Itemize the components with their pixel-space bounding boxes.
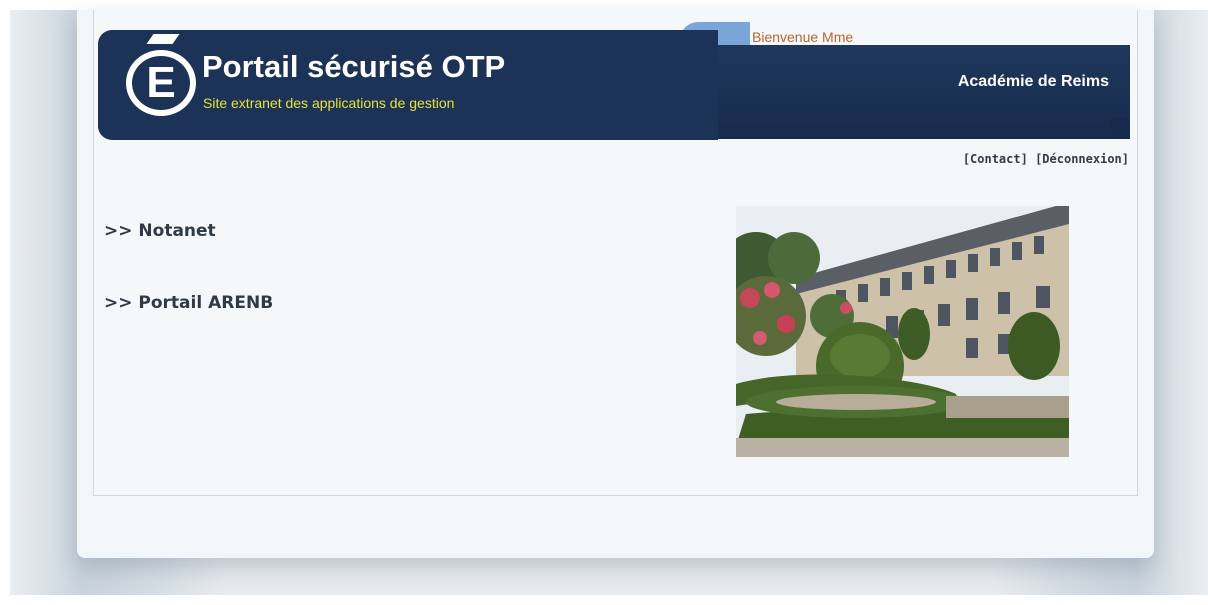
logout-link[interactable]: [Déconnexion]	[1035, 152, 1129, 166]
nav-link-portail-arenb[interactable]: >> Portail ARENB	[104, 293, 273, 313]
site-title: Portail sécurisé OTP	[202, 49, 506, 84]
top-links: [Contact] [Déconnexion]	[963, 152, 1129, 166]
logo-letter: E	[146, 58, 176, 107]
contact-link[interactable]: [Contact]	[963, 152, 1028, 166]
site-subtitle: Site extranet des applications de gestio…	[203, 95, 455, 111]
nav-link-notanet[interactable]: >> Notanet	[104, 221, 216, 241]
welcome-message: Bienvenue Mme	[752, 29, 854, 45]
marianne-logo-icon: E	[126, 50, 196, 116]
academy-name: Académie de Reims	[957, 73, 1109, 90]
garden-building-photo	[736, 206, 1069, 457]
